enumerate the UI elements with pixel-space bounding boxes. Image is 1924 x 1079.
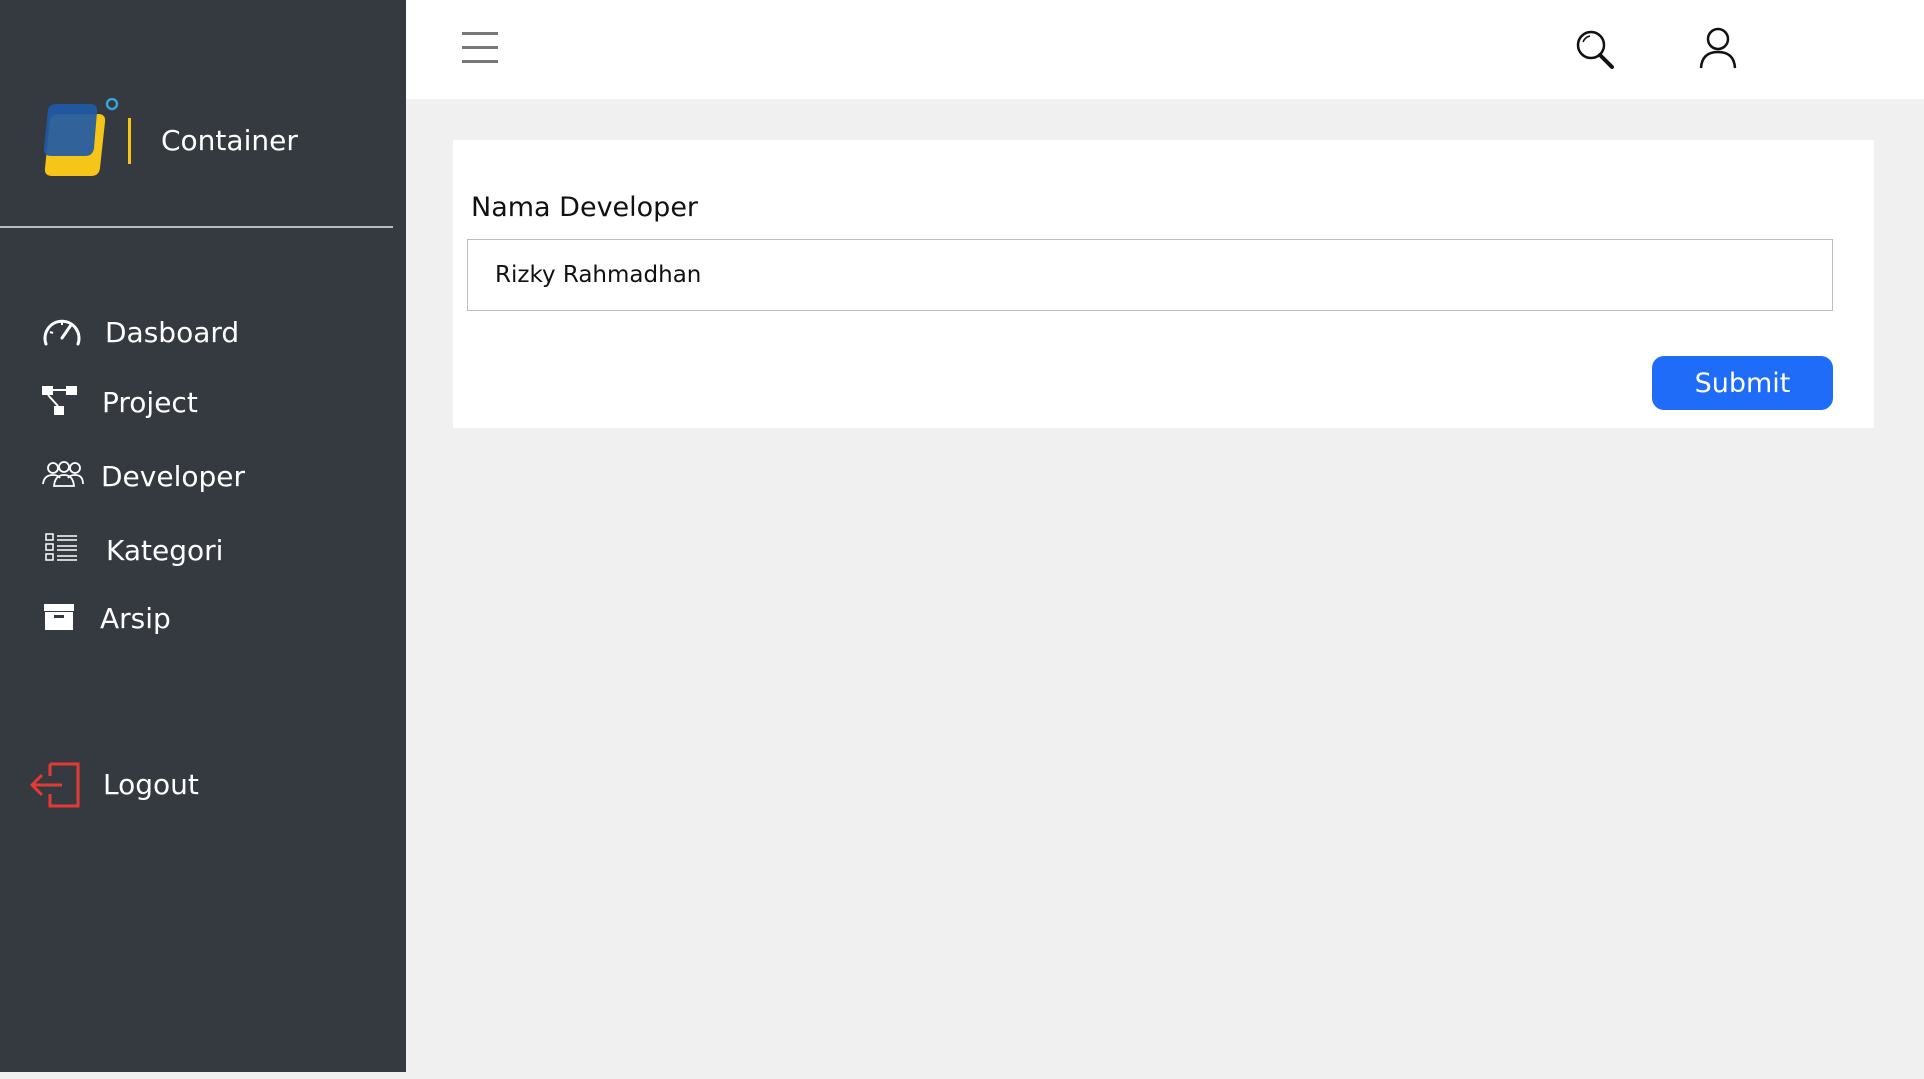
logout-label: Logout (103, 768, 199, 801)
brand[interactable]: Container (40, 98, 380, 182)
project-tree-icon (42, 386, 77, 415)
sidebar-item-label: Project (102, 386, 198, 419)
sidebar: Container Dasboard Project Developer Kat… (0, 0, 406, 1072)
logout-icon (30, 762, 80, 808)
brand-name: Container (161, 124, 298, 157)
sidebar-item-developer[interactable]: Developer (40, 452, 380, 500)
sidebar-item-dasboard[interactable]: Dasboard (40, 308, 380, 356)
sidebar-item-label: Kategori (106, 534, 224, 567)
list-icon (45, 533, 77, 561)
archive-box-icon (44, 604, 74, 630)
sidebar-item-arsip[interactable]: Arsip (40, 594, 380, 642)
container-logo-icon (43, 98, 131, 176)
sidebar-item-label: Developer (101, 460, 246, 493)
nama-developer-input[interactable] (467, 239, 1833, 311)
sidebar-item-kategori[interactable]: Kategori (40, 526, 380, 574)
users-group-icon (42, 461, 84, 487)
speedometer-icon (43, 319, 81, 346)
sidebar-item-project[interactable]: Project (40, 378, 380, 426)
hamburger-menu-icon[interactable] (462, 32, 498, 66)
developer-form-card: Nama Developer Submit (453, 140, 1874, 428)
sidebar-item-label: Arsip (100, 602, 171, 635)
submit-button[interactable]: Submit (1652, 356, 1833, 410)
logout-button[interactable]: Logout (30, 760, 370, 808)
sidebar-item-label: Dasboard (105, 316, 240, 349)
top-bar (406, 0, 1924, 99)
user-icon[interactable] (1698, 26, 1738, 70)
sidebar-divider (0, 226, 393, 228)
search-icon[interactable] (1574, 28, 1616, 70)
nama-developer-label: Nama Developer (471, 192, 699, 223)
